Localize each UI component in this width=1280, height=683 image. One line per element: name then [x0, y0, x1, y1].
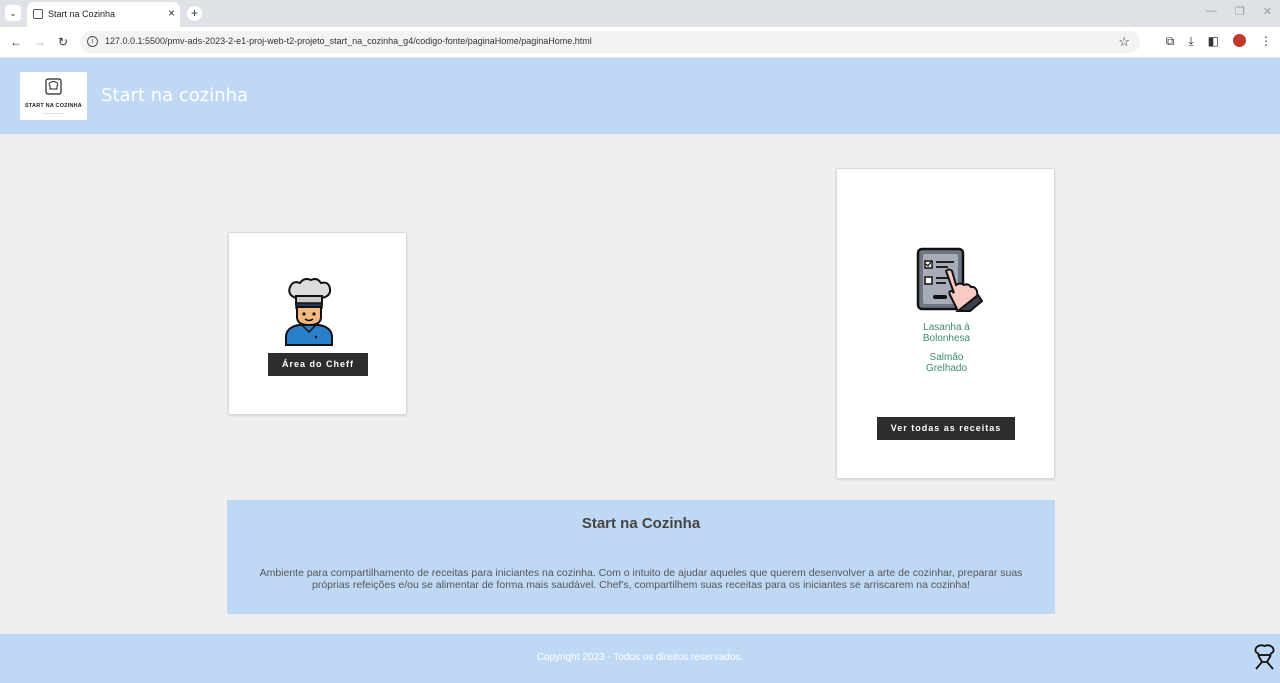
download-icon[interactable]: ⤓ [1188, 34, 1193, 49]
recipe-link-lasanha[interactable]: Lasanha à Bolonhesa [912, 322, 982, 344]
chef-area-button[interactable]: Área do Cheff [268, 353, 368, 376]
site-footer: Copyright 2023 - Todos os direitos reser… [0, 634, 1280, 683]
chef-area-card: Área do Cheff [228, 232, 407, 415]
browser-toolbar: ← → ↻ i 127.0.0.1:5500/pmv-ads-2023-2-e1… [0, 27, 1280, 58]
logo-text: START NA COZINHA [25, 103, 82, 109]
chef-hat-footer-icon[interactable] [1253, 644, 1276, 670]
site-info-icon[interactable]: i [87, 36, 98, 47]
chef-hat-logo-icon [45, 78, 62, 95]
bookmark-star-icon[interactable]: ☆ [1118, 34, 1130, 50]
view-all-recipes-button[interactable]: Ver todas as receitas [877, 417, 1015, 440]
menu-icon[interactable]: ⋮ [1260, 34, 1272, 49]
extensions-icon[interactable]: ⧉ [1166, 34, 1175, 49]
chef-icon [285, 278, 333, 346]
recipe-list: Lasanha à Bolonhesa Salmão Grelhado [837, 322, 1056, 382]
logo-subtext-line: ────────── [42, 111, 65, 115]
close-window-icon[interactable]: ✕ [1263, 5, 1272, 18]
sidepanel-icon[interactable]: ◧ [1208, 34, 1219, 49]
recipe-checklist-icon [916, 247, 984, 312]
toolbar-icons: ⧉ ⤓ ◧ ⋮ [1166, 34, 1272, 49]
recipes-card: Lasanha à Bolonhesa Salmão Grelhado Ver … [836, 168, 1055, 479]
about-section: Start na Cozinha Ambiente para compartil… [227, 500, 1055, 614]
tab-title: Start na Cozinha [48, 9, 116, 19]
forward-icon[interactable]: → [34, 35, 46, 49]
reload-icon[interactable]: ↻ [58, 35, 68, 49]
url-text[interactable]: 127.0.0.1:5500/pmv-ads-2023-2-e1-proj-we… [105, 36, 592, 46]
restore-icon[interactable]: ❐ [1235, 5, 1245, 18]
browser-tab[interactable]: Start na Cozinha × [27, 2, 180, 27]
minimize-icon[interactable]: — [1206, 5, 1217, 18]
copyright-text: Copyright 2023 - Todos os direitos reser… [536, 652, 744, 663]
tab-search-icon[interactable]: ⌄ [5, 5, 21, 21]
close-tab-icon[interactable]: × [168, 6, 175, 20]
about-text: Ambiente para compartilhamento de receit… [259, 567, 1023, 591]
site-title: Start na cozinha [101, 85, 249, 106]
back-icon[interactable]: ← [10, 35, 22, 49]
browser-tab-bar: ⌄ Start na Cozinha × + — ❐ ✕ [0, 0, 1280, 27]
site-header: START NA COZINHA ────────── Start na coz… [0, 58, 1280, 134]
recipe-link-salmao[interactable]: Salmão Grelhado [912, 352, 982, 374]
favicon-icon [33, 9, 43, 19]
new-tab-icon[interactable]: + [187, 6, 202, 21]
window-controls: — ❐ ✕ [1206, 5, 1272, 18]
address-bar[interactable]: i 127.0.0.1:5500/pmv-ads-2023-2-e1-proj-… [80, 31, 1140, 53]
site-logo[interactable]: START NA COZINHA ────────── [20, 72, 87, 120]
about-title: Start na Cozinha [581, 515, 701, 532]
profile-avatar[interactable] [1233, 34, 1246, 47]
